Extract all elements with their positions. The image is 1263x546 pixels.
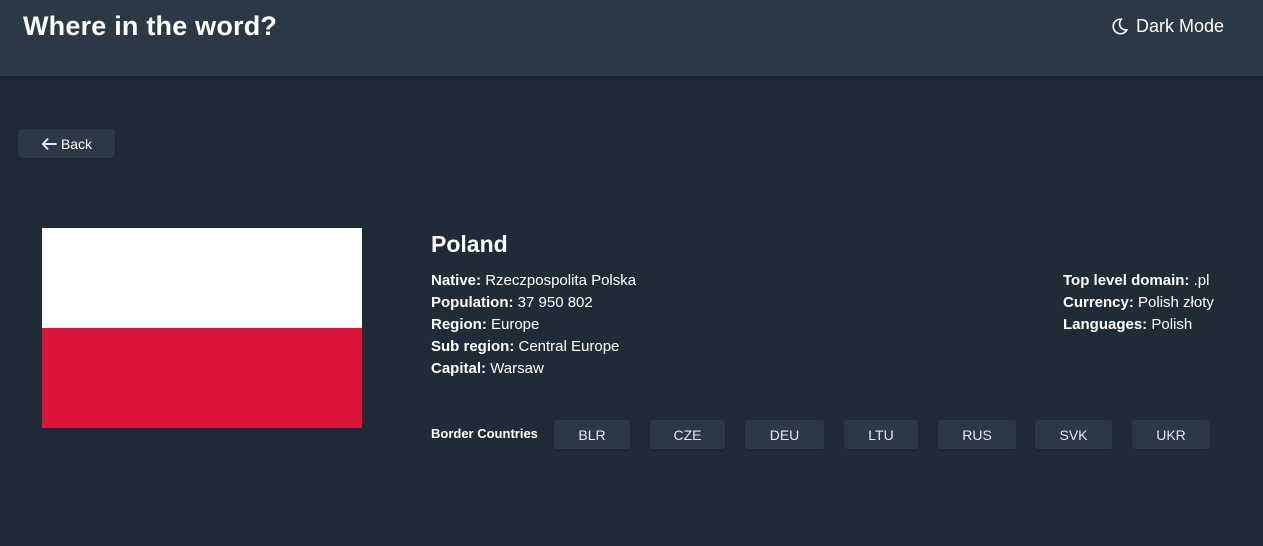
back-button[interactable]: Back <box>18 129 115 158</box>
border-country-button[interactable]: LTU <box>844 420 918 449</box>
details-left: Native: Rzeczpospolita Polska Population… <box>431 270 636 380</box>
detail-value: 37 950 802 <box>517 294 593 311</box>
detail-population: Population: 37 950 802 <box>431 292 636 314</box>
detail-label: Capital: <box>431 360 487 377</box>
app-title: Where in the word? <box>23 11 278 41</box>
border-country-button[interactable]: DEU <box>745 420 824 449</box>
back-button-label: Back <box>60 135 93 152</box>
detail-value: .pl <box>1193 272 1210 289</box>
detail-label: Region: <box>431 316 487 333</box>
border-country-button[interactable]: SVK <box>1035 420 1112 449</box>
detail-label: Top level domain: <box>1063 272 1190 289</box>
detail-label: Population: <box>431 294 514 311</box>
app-header: Where in the word? Dark Mode <box>0 0 1263 76</box>
detail-currency: Currency: Polish złoty <box>1063 292 1214 314</box>
detail-region: Region: Europe <box>431 314 636 336</box>
detail-label: Languages: <box>1063 316 1148 333</box>
detail-value: Central Europe <box>518 338 620 355</box>
country-flag <box>42 228 362 428</box>
detail-top-level-domain: Top level domain: .pl <box>1063 270 1214 292</box>
detail-native: Native: Rzeczpospolita Polska <box>431 270 636 292</box>
detail-sub-region: Sub region: Central Europe <box>431 336 636 358</box>
detail-value: Polish <box>1151 316 1193 333</box>
dark-mode-toggle[interactable]: Dark Mode <box>1112 14 1224 38</box>
moon-icon <box>1112 17 1128 35</box>
dark-mode-label: Dark Mode <box>1135 15 1224 36</box>
detail-languages: Languages: Polish <box>1063 314 1214 336</box>
border-country-button[interactable]: UKR <box>1132 420 1210 449</box>
detail-value: Warsaw <box>490 360 544 377</box>
detail-capital: Capital: Warsaw <box>431 358 636 380</box>
detail-value: Rzeczpospolita Polska <box>485 272 637 289</box>
detail-label: Sub region: <box>431 338 515 355</box>
border-countries-label: Border Countries <box>431 426 538 441</box>
detail-value: Europe <box>491 316 540 333</box>
border-country-button[interactable]: BLR <box>554 420 630 449</box>
detail-label: Native: <box>431 272 482 289</box>
country-name: Poland <box>431 231 508 257</box>
border-country-button[interactable]: RUS <box>938 420 1016 449</box>
border-country-button[interactable]: CZE <box>650 420 725 449</box>
detail-value: Polish złoty <box>1138 294 1214 311</box>
arrow-left-icon <box>41 137 57 150</box>
details-right: Top level domain: .pl Currency: Polish z… <box>1063 270 1214 336</box>
flag-red-stripe <box>42 328 362 428</box>
flag-white-stripe <box>42 228 362 328</box>
detail-label: Currency: <box>1063 294 1134 311</box>
